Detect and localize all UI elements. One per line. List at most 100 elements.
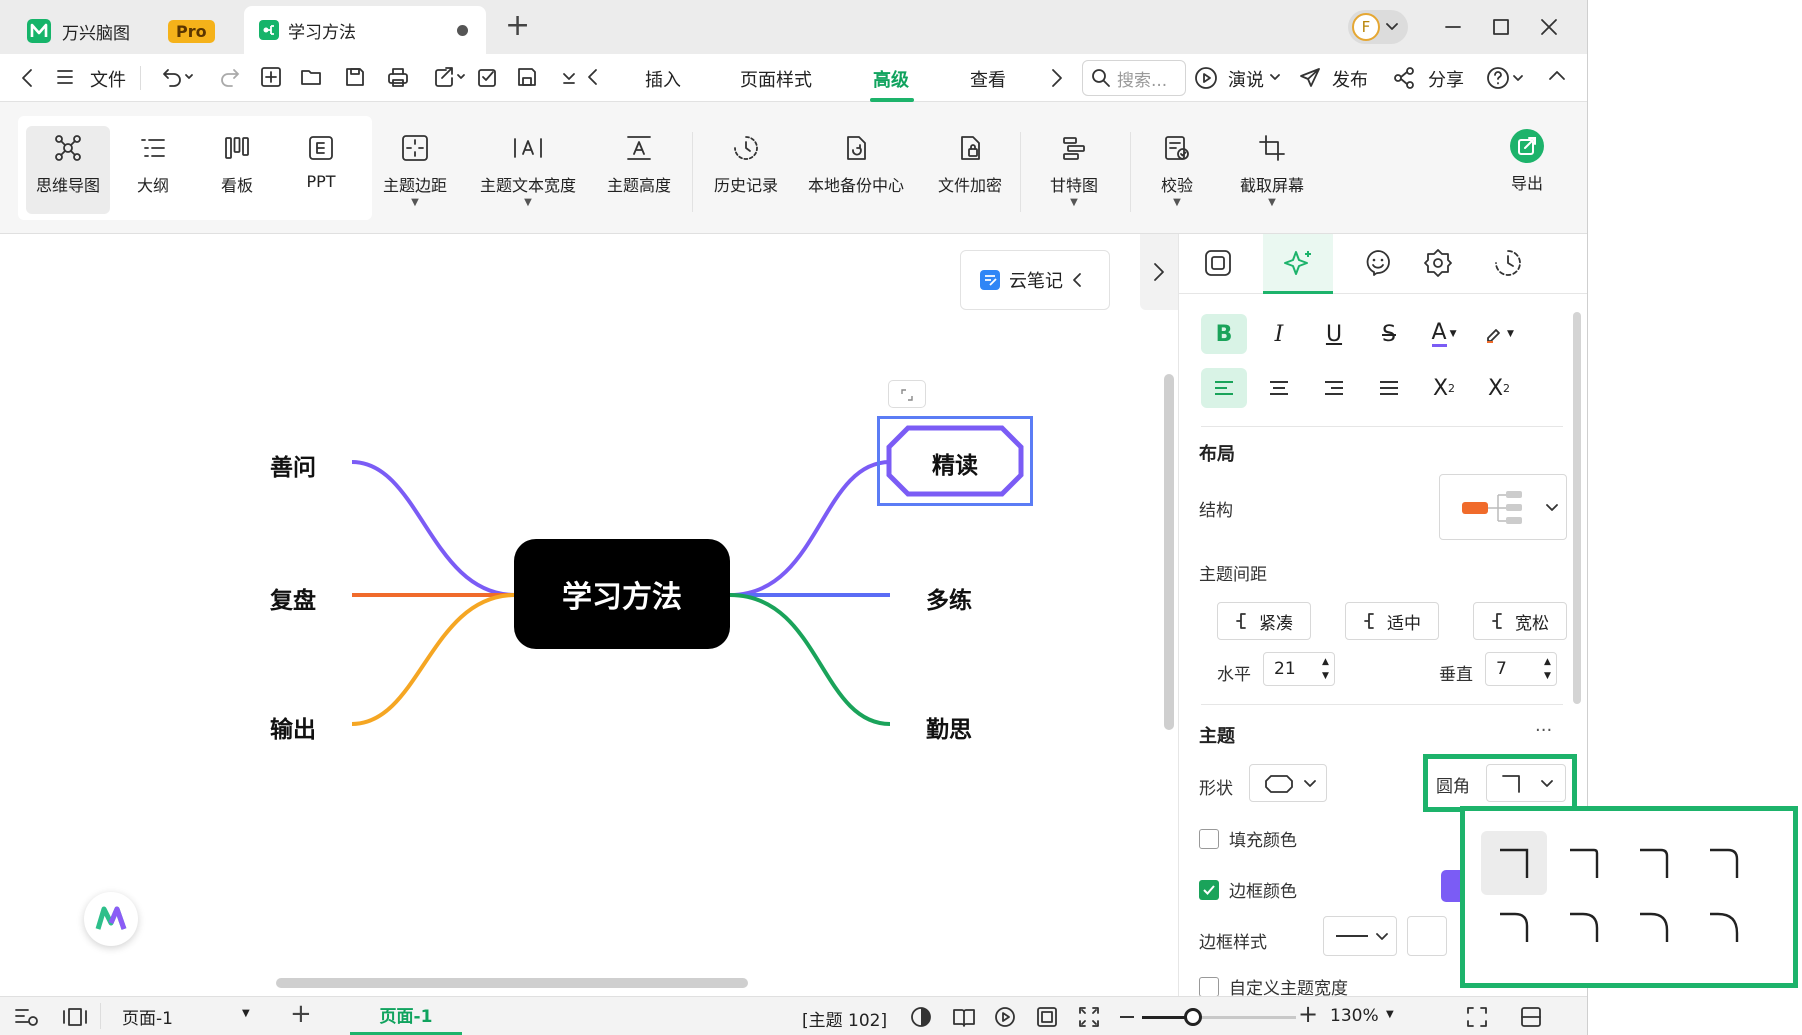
open-folder-icon[interactable] <box>300 66 324 88</box>
subscript-button[interactable]: X2 <box>1476 368 1522 408</box>
menu-tab-view[interactable]: 查看 <box>970 66 1006 92</box>
corner-option-8[interactable] <box>1691 895 1757 959</box>
save-as-icon[interactable] <box>516 66 540 88</box>
topic-margin-button[interactable]: 主题边距 ▼ <box>378 116 452 220</box>
topic-fupan[interactable]: 复盘 <box>270 581 316 615</box>
corner-select[interactable] <box>1486 764 1566 802</box>
structure-select[interactable] <box>1439 474 1567 540</box>
document-tab[interactable]: 学习方法 <box>244 6 486 54</box>
topic-shuchu[interactable]: 输出 <box>270 710 316 744</box>
border-color-row[interactable]: 边框颜色 <box>1199 877 1297 902</box>
view-mindmap-button[interactable]: 思维导图 <box>26 126 110 214</box>
view-kanban-button[interactable]: 看板 <box>202 116 272 220</box>
play-icon[interactable] <box>994 1006 1016 1028</box>
fit-page-icon[interactable] <box>1036 1006 1058 1028</box>
corner-option-1[interactable] <box>1481 831 1547 895</box>
custom-width-checkbox[interactable] <box>1199 976 1219 997</box>
spacing-medium-button[interactable]: 适中 <box>1345 602 1439 640</box>
user-menu[interactable]: F <box>1348 10 1408 44</box>
border-style-select[interactable] <box>1323 916 1397 956</box>
panel-toggle[interactable] <box>1140 234 1178 310</box>
zoom-slider[interactable] <box>1142 1008 1296 1026</box>
menu-tab-advanced[interactable]: 高级 <box>873 66 909 92</box>
file-menu[interactable]: 文件 <box>90 66 126 92</box>
vertical-spacing-input[interactable]: 7 ▲ ▼ <box>1485 652 1557 686</box>
align-left-button[interactable] <box>1201 368 1247 408</box>
spacing-loose-button[interactable]: 宽松 <box>1473 602 1567 640</box>
central-topic[interactable]: 学习方法 <box>514 539 730 649</box>
book-mode-icon[interactable] <box>952 1006 976 1028</box>
slides-panel-icon[interactable] <box>62 1006 88 1028</box>
collapse-panel-icon[interactable] <box>1520 1006 1542 1028</box>
unsaved-dot-icon[interactable] <box>457 25 468 36</box>
zoom-slider-thumb[interactable] <box>1184 1008 1202 1026</box>
page-select[interactable]: 页面-1 ▼ <box>112 1000 260 1032</box>
border-width-select[interactable] <box>1407 916 1447 956</box>
checkbox-edit-icon[interactable] <box>476 66 498 88</box>
export-button[interactable]: 导出 <box>1490 116 1564 220</box>
spacing-compact-button[interactable]: 紧凑 <box>1217 602 1311 640</box>
corner-option-5[interactable] <box>1481 895 1547 959</box>
present-button[interactable]: 演说 <box>1228 66 1264 92</box>
present-icon[interactable] <box>1194 66 1218 90</box>
verify-button[interactable]: 校验 ▼ <box>1142 116 1212 220</box>
print-icon[interactable] <box>386 66 410 88</box>
fill-color-checkbox[interactable] <box>1199 828 1219 849</box>
maximize-icon[interactable] <box>1492 18 1510 36</box>
corner-option-3[interactable] <box>1621 831 1687 895</box>
help-icon[interactable] <box>1486 66 1526 90</box>
export-share-icon[interactable] <box>428 66 466 88</box>
search-box[interactable]: 搜索... <box>1082 60 1186 96</box>
style-tab-icon[interactable] <box>1203 248 1233 278</box>
underline-button[interactable]: U <box>1311 314 1357 354</box>
fill-color-row[interactable]: 填充颜色 <box>1199 826 1297 851</box>
menu-tab-page-style[interactable]: 页面样式 <box>740 66 812 92</box>
italic-button[interactable]: I <box>1256 314 1302 354</box>
redo-icon[interactable] <box>218 66 240 88</box>
history-button[interactable]: 历史记录 <box>704 116 788 220</box>
new-file-icon[interactable] <box>260 66 282 88</box>
selected-topic-frame[interactable]: 精读 <box>877 416 1033 506</box>
font-color-button[interactable]: A ▼ <box>1421 314 1467 354</box>
fullscreen-icon[interactable] <box>1078 1006 1100 1028</box>
superscript-button[interactable]: X2 <box>1421 368 1467 408</box>
file-encrypt-button[interactable]: 文件加密 <box>928 116 1012 220</box>
align-center-button[interactable] <box>1256 368 1302 408</box>
outline-panel-icon[interactable] <box>14 1006 40 1028</box>
local-backup-button[interactable]: 本地备份中心 <box>798 116 914 220</box>
sticker-tab-icon[interactable] <box>1363 248 1393 278</box>
gantt-button[interactable]: 甘特图 ▼ <box>1032 116 1116 220</box>
caret-down-icon[interactable]: ▼ <box>1386 1009 1394 1020</box>
zoom-in-button[interactable]: + <box>1298 1000 1318 1028</box>
theme-toggle-icon[interactable] <box>910 1006 932 1028</box>
chevron-down-icon[interactable] <box>1270 74 1280 82</box>
collapse-ribbon-icon[interactable] <box>1548 68 1566 82</box>
corner-option-7[interactable] <box>1621 895 1687 959</box>
stepper-arrows-icon[interactable]: ▲ ▼ <box>1322 655 1329 683</box>
horizontal-spacing-input[interactable]: 21 ▲ ▼ <box>1263 652 1335 686</box>
topic-shanwen[interactable]: 善问 <box>270 448 316 482</box>
close-icon[interactable] <box>1540 18 1558 36</box>
page-tab-1[interactable]: 页面-1 <box>350 997 462 1035</box>
history-tab-icon[interactable] <box>1493 248 1523 278</box>
new-tab-button[interactable]: + <box>505 8 530 43</box>
horizontal-scrollbar[interactable] <box>276 978 748 988</box>
shape-select[interactable] <box>1249 764 1327 802</box>
corner-option-6[interactable] <box>1551 895 1617 959</box>
highlight-button[interactable]: ▼ <box>1476 314 1522 354</box>
screenshot-button[interactable]: 截取屏幕 ▼ <box>1230 116 1314 220</box>
cloud-note-button[interactable]: 云笔记 <box>960 250 1110 310</box>
save-icon[interactable] <box>344 66 366 88</box>
back-icon[interactable] <box>20 68 34 88</box>
menu-icon[interactable] <box>56 68 74 86</box>
publish-icon[interactable] <box>1298 66 1322 90</box>
zoom-out-button[interactable] <box>1120 1016 1134 1018</box>
expand-view-icon[interactable] <box>1466 1006 1488 1028</box>
collapse-handle[interactable] <box>888 380 926 408</box>
strikethrough-button[interactable]: S <box>1366 314 1412 354</box>
publish-button[interactable]: 发布 <box>1332 66 1368 92</box>
ai-tab[interactable] <box>1263 234 1333 294</box>
stepper-arrows-icon[interactable]: ▲ ▼ <box>1544 655 1551 683</box>
minimize-icon[interactable] <box>1444 18 1462 36</box>
theme-tab-icon[interactable] <box>1423 248 1453 278</box>
